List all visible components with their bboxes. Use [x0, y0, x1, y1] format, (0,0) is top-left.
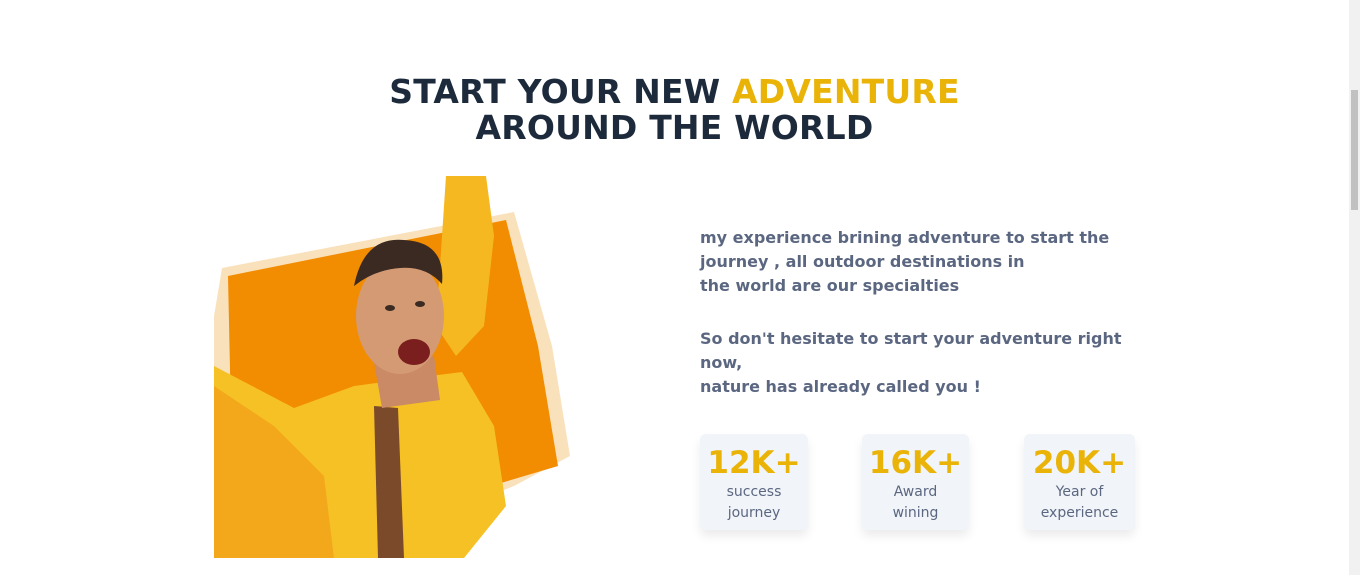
stat-label: experience: [1040, 505, 1119, 521]
heading-accent: ADVENTURE: [732, 72, 960, 111]
stat-label: Award: [893, 484, 938, 500]
stat-label: journey: [727, 505, 781, 521]
intro-line: nature has already called you !: [700, 377, 981, 396]
intro-paragraph-1: my experience brining adventure to start…: [700, 226, 1150, 298]
heading-prefix: START YOUR NEW: [389, 72, 732, 111]
stat-label: wining: [892, 505, 939, 521]
adventurer-photo: [214, 176, 570, 558]
scrollbar-thumb[interactable]: [1351, 90, 1358, 210]
stat-card-award-wining: 16K+ Award wining: [862, 434, 969, 530]
heading-line-1: START YOUR NEW ADVENTURE: [0, 74, 1349, 110]
intro-paragraph-2: So don't hesitate to start your adventur…: [700, 327, 1150, 399]
intro-line: So don't hesitate to start your adventur…: [700, 329, 1122, 372]
intro-line: the world are our specialties: [700, 276, 960, 295]
heading-line-2: AROUND THE WORLD: [475, 108, 874, 147]
intro-line: my experience brining adventure to start…: [700, 228, 1110, 247]
stat-label: Year of: [1055, 484, 1104, 500]
stat-value: 16K+: [868, 445, 963, 481]
stat-value: 12K+: [707, 445, 801, 481]
intro-line: journey , all outdoor destinations in: [700, 252, 1025, 271]
stat-value: 20K+: [1032, 445, 1127, 481]
stat-card-years-experience: 20K+ Year of experience: [1024, 434, 1135, 530]
adventure-section: START YOUR NEW ADVENTURE AROUND THE WORL…: [0, 0, 1360, 575]
page-scrollbar[interactable]: [1349, 0, 1360, 575]
stat-card-success-journey: 12K+ success journey: [700, 434, 808, 530]
stat-label: success: [726, 484, 782, 500]
section-heading: START YOUR NEW ADVENTURE AROUND THE WORL…: [0, 74, 1349, 146]
